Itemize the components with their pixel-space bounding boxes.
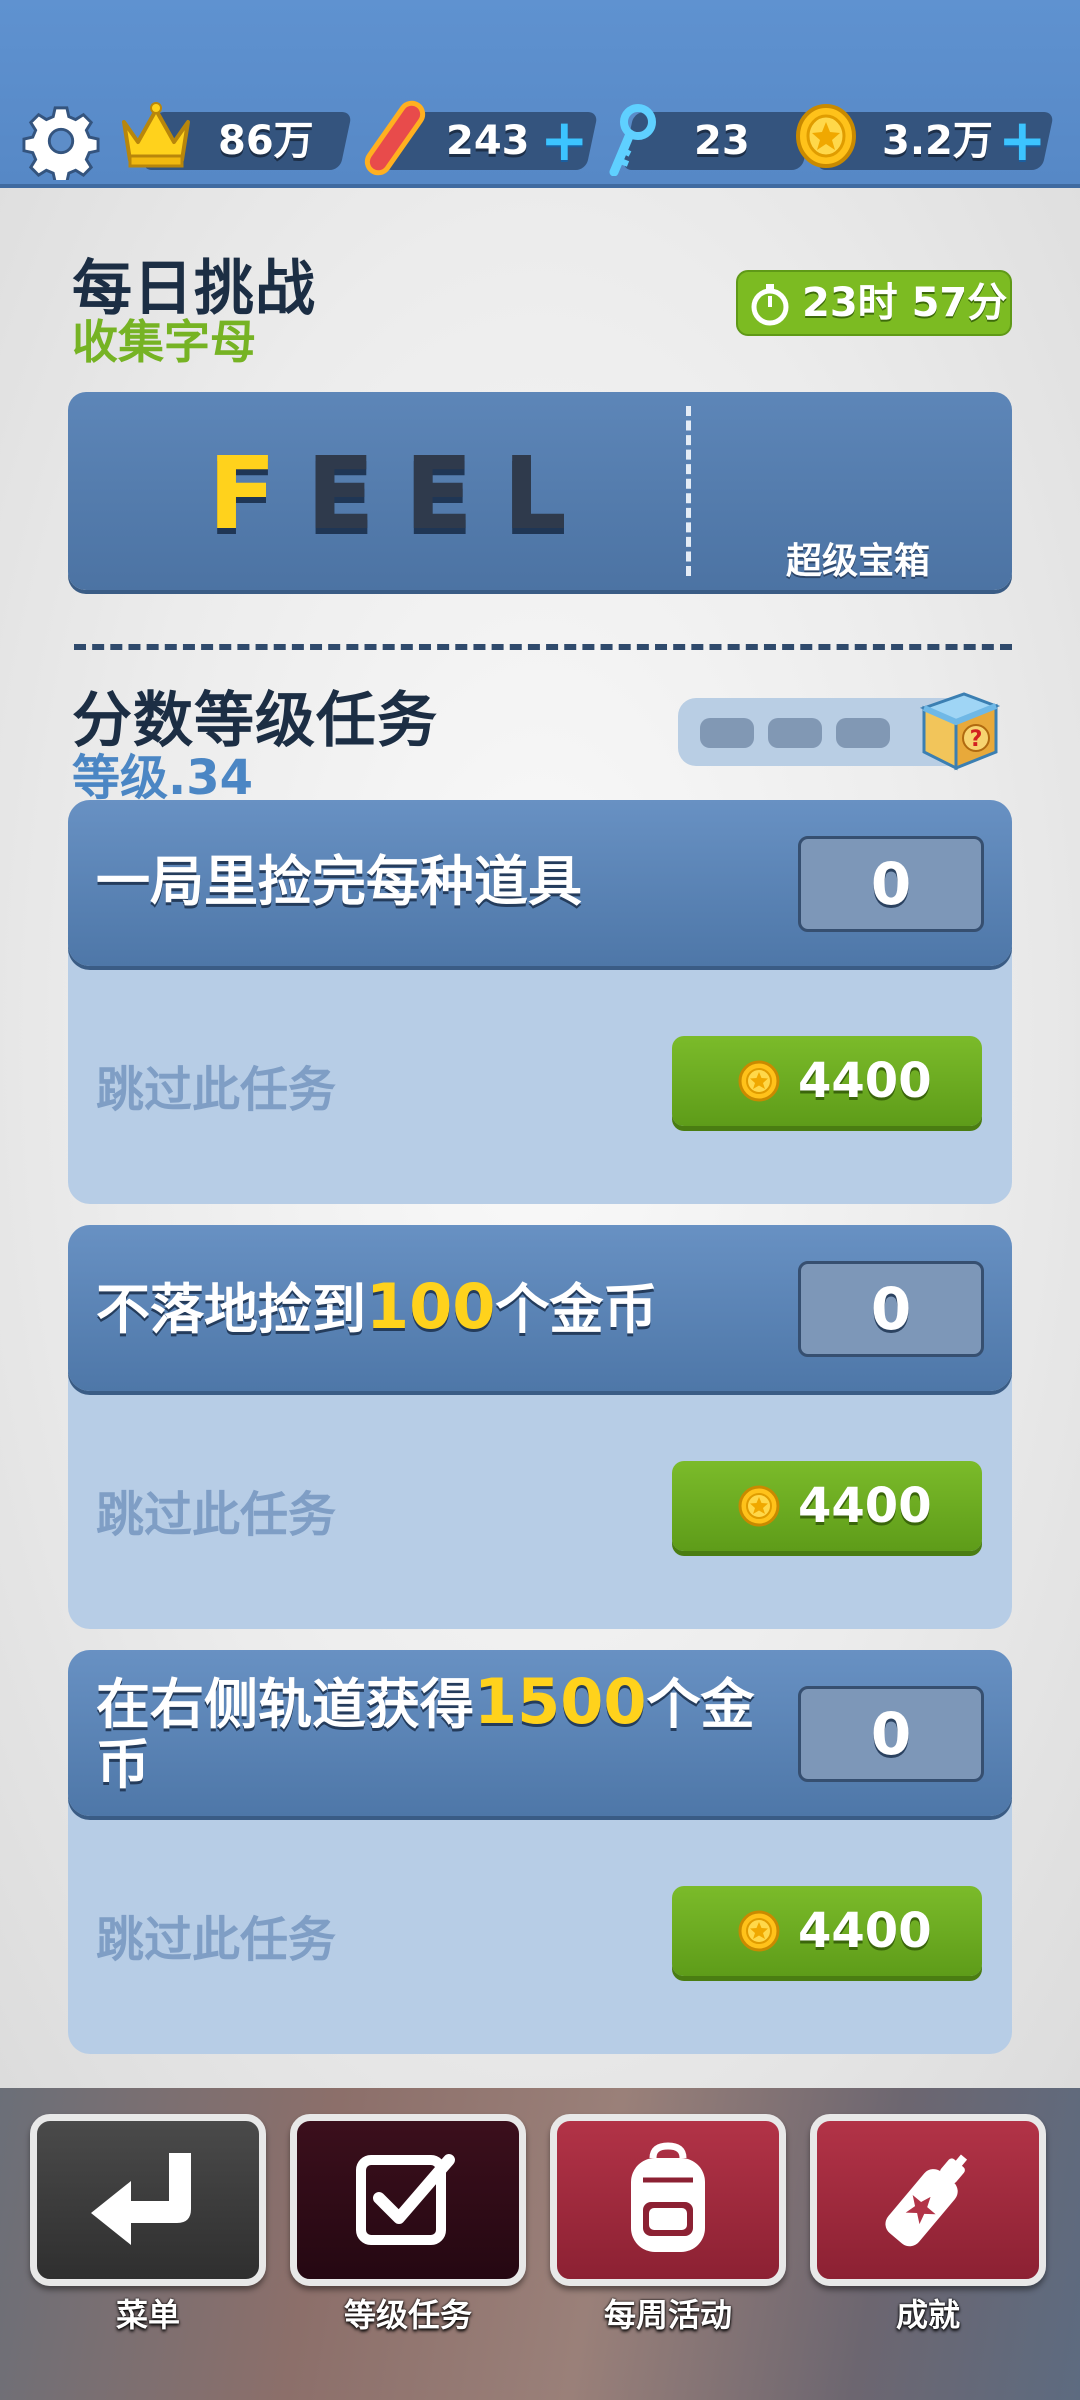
mission-level: 等级.34 <box>72 750 254 806</box>
skip-mission-button[interactable]: 4400 <box>672 1886 982 1976</box>
svg-text:?: ? <box>970 727 983 752</box>
nav-missions-button[interactable] <box>290 2114 526 2286</box>
add-coins-button[interactable]: + <box>998 111 1047 170</box>
skip-price: 4400 <box>798 1478 932 1534</box>
progress-segment <box>768 718 822 748</box>
skip-price: 4400 <box>798 1903 932 1959</box>
daily-challenge-subtitle: 收集字母 <box>72 315 256 369</box>
progress-segment <box>700 718 754 748</box>
coin-icon <box>738 1910 780 1952</box>
checkbox-icon <box>356 2154 455 2245</box>
nav-achievements-button[interactable] <box>810 2114 1046 2286</box>
skip-mission-button[interactable]: 4400 <box>672 1036 982 1126</box>
letters-collection-box[interactable]: FEEL 超级宝箱 <box>68 392 1012 590</box>
rank-value: 86万 <box>218 118 314 164</box>
skip-mission-button[interactable]: 4400 <box>672 1461 982 1551</box>
spray-can-icon <box>885 2154 968 2247</box>
mission-header: 在右侧轨道获得1500个金币 0 <box>68 1650 1012 1816</box>
section-divider <box>74 644 1012 650</box>
skip-mission-label: 跳过此任务 <box>96 1062 337 1118</box>
mission-title-highlight: 1500 <box>474 1665 647 1738</box>
mission-title-highlight: 100 <box>366 1270 496 1343</box>
add-boards-button[interactable]: + <box>540 111 589 170</box>
letter-1: F <box>208 435 307 552</box>
mission-header: 不落地捡到100个金币 0 <box>68 1225 1012 1391</box>
coin-icon <box>738 1060 780 1102</box>
coin-icon <box>796 104 856 168</box>
hoverboard-icon <box>364 100 426 176</box>
nav-weekly-label: 每周活动 <box>603 2296 732 2334</box>
progress-segment <box>836 718 890 748</box>
skip-mission-label: 跳过此任务 <box>96 1487 337 1543</box>
challenge-timer: 23时 57分 <box>736 270 1012 336</box>
mystery-box-icon[interactable]: ? <box>910 682 1002 774</box>
settings-gear-icon[interactable] <box>22 102 100 180</box>
backpack-icon <box>631 2142 705 2252</box>
mission-title-text-end: 个金币 <box>495 1278 658 1341</box>
chest-divider <box>686 406 691 576</box>
mission-card: 在右侧轨道获得1500个金币 0 跳过此任务 4400 <box>68 1650 1012 2054</box>
letter-2: E <box>306 435 405 552</box>
nav-menu-button[interactable] <box>30 2114 266 2286</box>
skip-mission-label: 跳过此任务 <box>96 1912 337 1968</box>
return-arrow-icon <box>91 2153 191 2245</box>
mission-title-text: 不落地捡到 <box>96 1278 366 1341</box>
crown-icon <box>122 102 190 168</box>
letter-3: E <box>404 435 503 552</box>
mission-progress-count: 0 <box>798 1261 984 1357</box>
nav-missions-label: 等级任务 <box>343 2296 472 2334</box>
mission-title: 不落地捡到100个金币 <box>96 1276 776 1341</box>
letter-4: L <box>502 435 597 552</box>
nav-achievements-label: 成就 <box>895 2296 960 2334</box>
mission-title-text: 在右侧轨道获得 <box>96 1673 474 1736</box>
mission-progress-count: 0 <box>798 836 984 932</box>
coins-value: 3.2万 <box>882 118 993 164</box>
challenge-letters: FEEL <box>208 434 597 554</box>
super-chest-label: 超级宝箱 <box>785 541 930 582</box>
keys-value: 23 <box>694 118 750 164</box>
coin-icon <box>738 1485 780 1527</box>
mission-header: 一局里捡完每种道具 0 <box>68 800 1012 966</box>
key-icon <box>609 104 656 176</box>
skip-price: 4400 <box>798 1053 932 1109</box>
nav-weekly-button[interactable] <box>550 2114 786 2286</box>
mission-title-text: 一局里捡完每种道具 <box>96 850 582 913</box>
nav-menu-label: 菜单 <box>115 2296 180 2334</box>
mission-card: 不落地捡到100个金币 0 跳过此任务 4400 <box>68 1225 1012 1629</box>
mission-progress-count: 0 <box>798 1686 984 1782</box>
mission-title: 在右侧轨道获得1500个金币 <box>96 1671 776 1795</box>
boards-value: 243 <box>446 118 530 164</box>
mission-title: 一局里捡完每种道具 <box>96 852 776 912</box>
stopwatch-icon <box>751 284 789 326</box>
mission-card: 一局里捡完每种道具 0 跳过此任务 4400 <box>68 800 1012 1204</box>
timer-text: 23时 57分 <box>802 280 1008 326</box>
